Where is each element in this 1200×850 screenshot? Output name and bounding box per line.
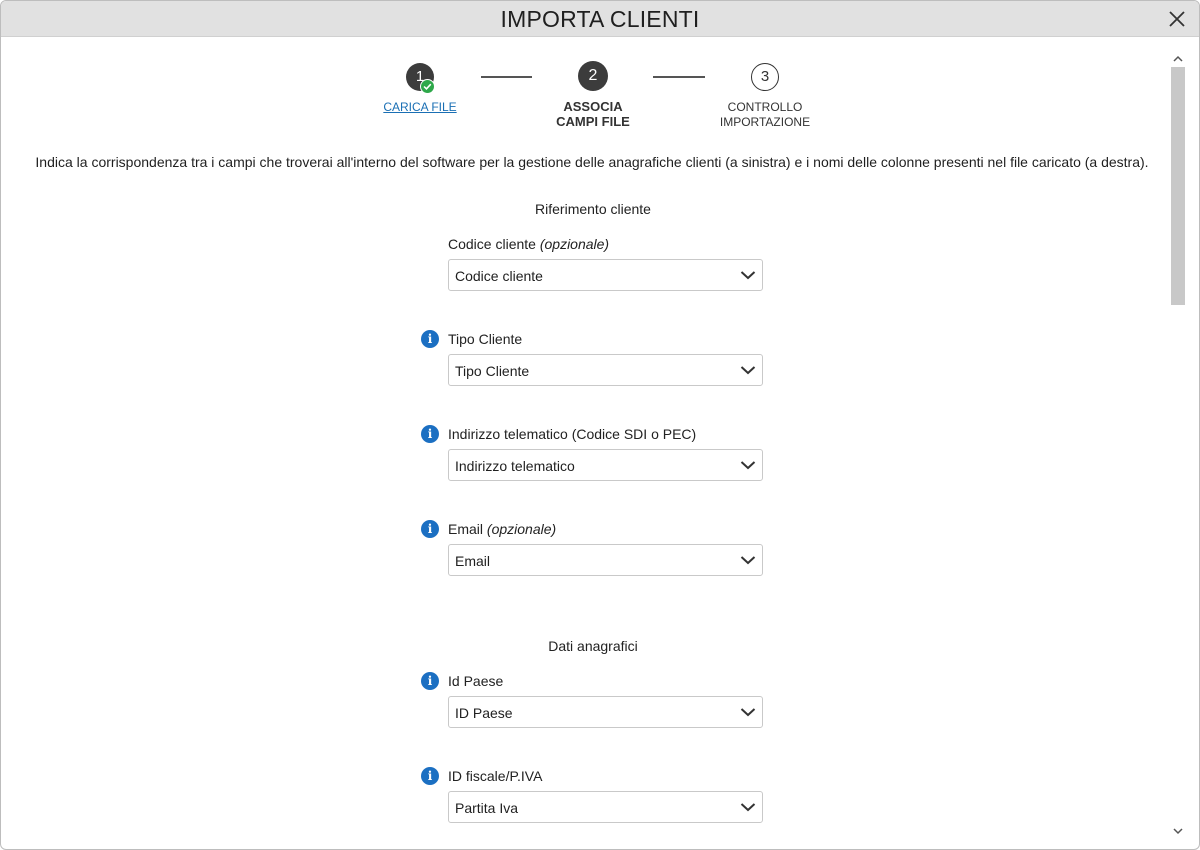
select-value: ID Paese	[455, 705, 513, 721]
intro-text: Indica la corrispondenza tra i campi che…	[35, 154, 1149, 170]
scrollbar-thumb[interactable]	[1171, 67, 1185, 305]
chevron-down-icon	[740, 708, 756, 717]
field-label-optional: (opzionale)	[539, 236, 610, 252]
scroll-up-arrow-icon[interactable]	[1173, 55, 1183, 63]
step-2-label: ASSOCIA CAMPI FILE	[543, 99, 643, 129]
step-connector	[653, 76, 705, 78]
dialog-content: 1 CARICA FILE 2 ASSOCIA CAMPI FILE 3 CON…	[1, 38, 1169, 849]
vertical-scrollbar[interactable]	[1169, 49, 1187, 837]
select-indirizzo-telematico[interactable]: Indirizzo telematico	[448, 449, 763, 481]
info-icon[interactable]: i	[421, 520, 439, 538]
field-label-text: Codice cliente	[448, 236, 536, 252]
title-bar: IMPORTA CLIENTI	[1, 1, 1199, 37]
select-value: Email	[455, 553, 491, 569]
field-label-tipo-cliente: Tipo Cliente	[448, 331, 522, 347]
field-label-codice-cliente: Codice cliente (opzionale)	[448, 236, 609, 252]
info-icon[interactable]: i	[421, 767, 439, 785]
step-3-label: CONTROLLO IMPORTAZIONE	[705, 100, 825, 130]
close-icon[interactable]	[1167, 9, 1187, 29]
step-2-label-line2: CAMPI FILE	[556, 114, 630, 129]
chevron-down-icon	[740, 803, 756, 812]
chevron-down-icon	[740, 461, 756, 470]
select-value: Indirizzo telematico	[455, 458, 575, 474]
field-label-text: Indirizzo telematico (Codice SDI o PEC)	[448, 426, 697, 442]
select-id-paese[interactable]: ID Paese	[448, 696, 763, 728]
info-icon[interactable]: i	[421, 425, 439, 443]
field-label-text: Email	[448, 521, 484, 537]
step-2-label-line1: ASSOCIA	[563, 99, 623, 114]
chevron-down-icon	[740, 271, 756, 280]
chevron-down-icon	[740, 366, 756, 375]
import-clients-dialog: IMPORTA CLIENTI 1 CARICA FILE 2 ASSOCIA …	[0, 0, 1200, 850]
step-1-label[interactable]: CARICA FILE	[370, 100, 470, 115]
section-title-anagrafici: Dati anagrafici	[548, 638, 638, 654]
select-tipo-cliente[interactable]: Tipo Cliente	[448, 354, 763, 386]
step-connector	[481, 76, 532, 78]
select-codice-cliente[interactable]: Codice cliente	[448, 259, 763, 291]
step-3-label-line2: IMPORTAZIONE	[719, 115, 811, 129]
field-label-email: Email (opzionale)	[448, 521, 556, 537]
scroll-down-arrow-icon[interactable]	[1173, 827, 1183, 835]
select-value: Codice cliente	[455, 268, 543, 284]
field-label-text: Id Paese	[448, 673, 504, 689]
info-icon[interactable]: i	[421, 672, 439, 690]
step-3-number: 3	[751, 63, 779, 91]
select-id-fiscale[interactable]: Partita Iva	[448, 791, 763, 823]
field-label-id-fiscale: ID fiscale/P.IVA	[448, 768, 542, 784]
dialog-title: IMPORTA CLIENTI	[500, 6, 700, 32]
select-value: Partita Iva	[455, 800, 519, 816]
field-label-text: Tipo Cliente	[448, 331, 523, 347]
check-icon	[420, 79, 435, 94]
select-email[interactable]: Email	[448, 544, 763, 576]
field-label-optional: (opzionale)	[486, 521, 557, 537]
field-label-id-paese: Id Paese	[448, 673, 503, 689]
step-2-number: 2	[578, 61, 608, 91]
section-title-riferimento: Riferimento cliente	[535, 201, 651, 217]
info-icon[interactable]: i	[421, 330, 439, 348]
chevron-down-icon	[740, 556, 756, 565]
step-3-label-line1: CONTROLLO	[727, 100, 803, 114]
field-label-indirizzo-telematico: Indirizzo telematico (Codice SDI o PEC)	[448, 426, 696, 442]
select-value: Tipo Cliente	[455, 363, 530, 379]
field-label-text: ID fiscale/P.IVA	[448, 768, 543, 784]
